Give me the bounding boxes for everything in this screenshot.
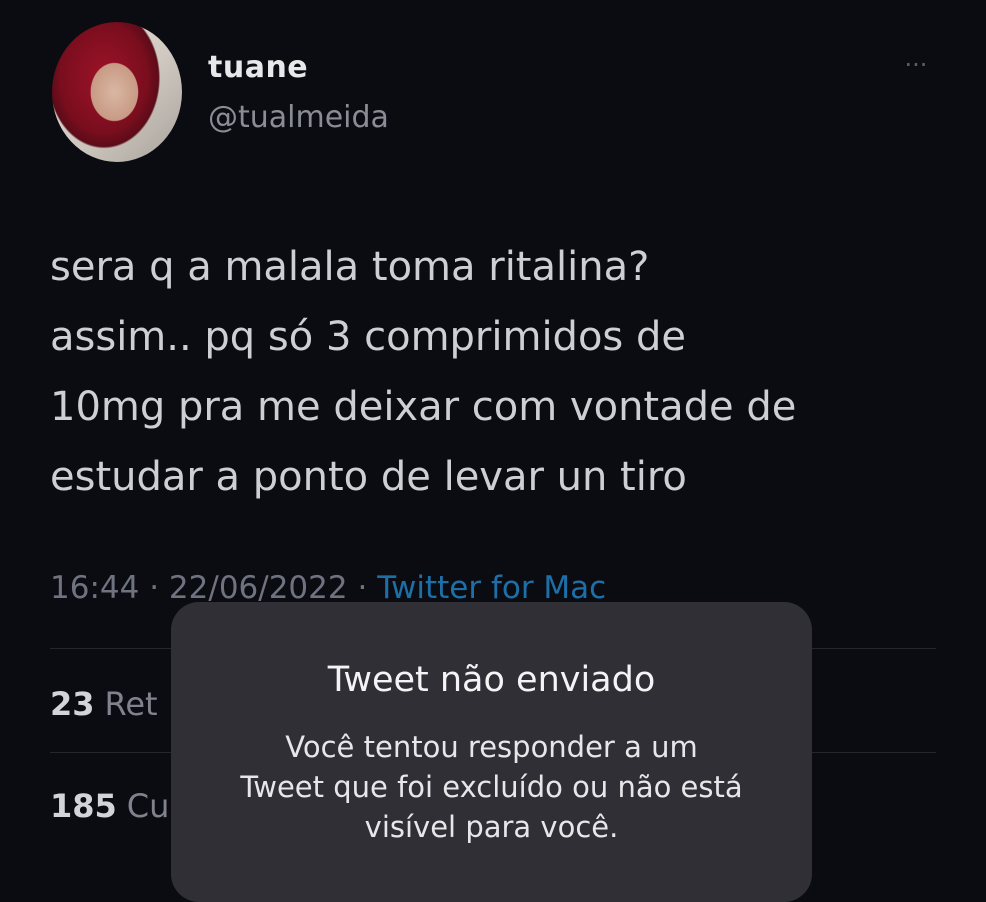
tweet-text: sera q a malala toma ritalina? assim.. p… [50, 244, 797, 500]
tweet-time: 16:44 [50, 570, 140, 606]
toast-title: Tweet não enviado [327, 660, 656, 700]
more-dots-icon[interactable]: ··· [896, 52, 936, 78]
tweet-source-link[interactable]: Twitter for Mac [377, 570, 606, 606]
avatar[interactable] [52, 22, 182, 162]
likes-count: 185 [50, 787, 117, 825]
meta-separator: · [357, 570, 368, 606]
author-display-name[interactable]: tuane [208, 50, 308, 85]
meta-separator: · [149, 570, 160, 606]
author-handle[interactable]: @tualmeida [208, 100, 389, 135]
tweet-not-sent-toast: Tweet não enviado Você tentou responder … [171, 602, 812, 902]
tweet-date: 22/06/2022 [168, 570, 348, 606]
likes-label: Cu [126, 787, 170, 825]
tweet-meta: 16:44 · 22/06/2022 · Twitter for Mac [50, 570, 606, 606]
retweets-count: 23 [50, 685, 95, 723]
likes-stat[interactable]: 185 Cu [50, 787, 169, 825]
toast-message: Você tentou responder a um Tweet que foi … [240, 730, 743, 844]
retweets-label: Ret [104, 685, 158, 723]
retweets-stat[interactable]: 23 Ret [50, 685, 158, 723]
